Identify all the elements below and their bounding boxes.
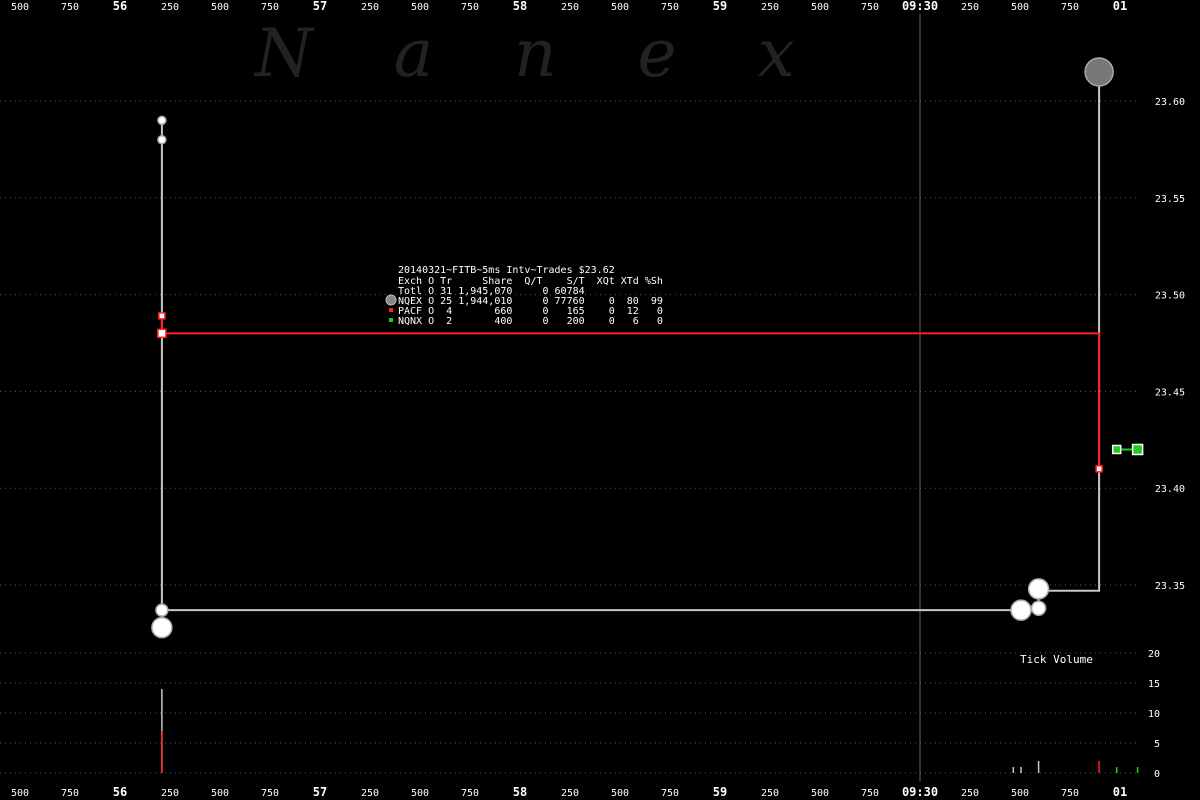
x-tick-label: 750 bbox=[461, 2, 479, 13]
x-tick-label: 500 bbox=[811, 2, 829, 13]
x-tick-label: 250 bbox=[161, 2, 179, 13]
x-tick-label: 09:30 bbox=[902, 0, 938, 13]
price-tick-label: 23.35 bbox=[1155, 581, 1185, 592]
x-tick-label: 59 bbox=[713, 0, 727, 13]
x-tick-label: 750 bbox=[461, 788, 479, 799]
price-tick-label: 23.40 bbox=[1155, 484, 1185, 495]
price-tick-label: 23.60 bbox=[1155, 97, 1185, 108]
nqex-point bbox=[155, 603, 169, 617]
x-tick-label: 750 bbox=[61, 788, 79, 799]
nqnx-point bbox=[1111, 444, 1122, 455]
x-tick-label: 250 bbox=[961, 788, 979, 799]
x-tick-label: 250 bbox=[361, 2, 379, 13]
x-tick-label: 500 bbox=[211, 788, 229, 799]
x-tick-label: 58 bbox=[513, 0, 527, 13]
nqex-point bbox=[1027, 578, 1050, 600]
x-tick-label: 250 bbox=[561, 788, 579, 799]
x-axis-bottom: 500 750 56 250 500 750 57 250 500 750 58 250 500 750 5… bbox=[11, 785, 1127, 799]
tick-volume-label: Tick Volume bbox=[1020, 653, 1093, 666]
pacf-legend-icon bbox=[389, 308, 393, 312]
x-tick-label: 250 bbox=[161, 788, 179, 799]
x-tick-label: 750 bbox=[1061, 788, 1079, 799]
x-tick-label: 750 bbox=[61, 2, 79, 13]
x-tick-label: 750 bbox=[261, 788, 279, 799]
x-tick-label: 09:30 bbox=[902, 785, 938, 799]
x-tick-label: 58 bbox=[513, 785, 527, 799]
info-row-nqnx: NQNX O 2 400 0 200 0 6 0 bbox=[398, 316, 663, 327]
nqex-point bbox=[157, 115, 167, 126]
x-tick-label: 01 bbox=[1113, 0, 1127, 13]
series-layer bbox=[151, 57, 1144, 639]
price-tick-label: 23.50 bbox=[1155, 291, 1185, 302]
volume-tick-label: 15 bbox=[1148, 679, 1160, 690]
nqex-point bbox=[157, 134, 167, 145]
x-tick-label: 500 bbox=[411, 788, 429, 799]
x-tick-label: 56 bbox=[113, 785, 127, 799]
x-tick-label: 500 bbox=[811, 788, 829, 799]
x-tick-label: 57 bbox=[313, 0, 327, 13]
nanex-watermark: N a n e x bbox=[253, 15, 825, 92]
pacf-line bbox=[160, 315, 1101, 469]
x-tick-label: 750 bbox=[661, 788, 679, 799]
nqnx-point bbox=[1131, 443, 1144, 456]
x-tick-label: 250 bbox=[761, 788, 779, 799]
x-tick-label: 56 bbox=[113, 0, 127, 13]
x-tick-label: 500 bbox=[611, 788, 629, 799]
x-tick-label: 250 bbox=[761, 2, 779, 13]
x-tick-label: 500 bbox=[611, 2, 629, 13]
nqex-point bbox=[151, 616, 173, 639]
x-tick-label: 01 bbox=[1113, 785, 1127, 799]
nqex-point bbox=[1030, 600, 1047, 616]
x-tick-label: 250 bbox=[361, 788, 379, 799]
x-tick-label: 57 bbox=[313, 785, 327, 799]
x-tick-label: 500 bbox=[11, 788, 29, 799]
x-tick-label: 750 bbox=[261, 2, 279, 13]
info-box: 20140321~FITB~5ms Intv~Trades $23.62 Exc… bbox=[385, 265, 663, 327]
price-tick-label: 23.55 bbox=[1155, 194, 1185, 205]
grid-lines bbox=[0, 100, 1140, 774]
x-tick-label: 250 bbox=[961, 2, 979, 13]
price-axis: 23.60 23.55 23.50 23.45 23.40 23.35 bbox=[1155, 97, 1185, 592]
pacf-point bbox=[158, 312, 166, 320]
pacf-point bbox=[157, 328, 167, 339]
volume-axis: 20 15 10 5 0 bbox=[1148, 649, 1160, 780]
volume-tick-label: 20 bbox=[1148, 649, 1160, 660]
x-tick-label: 500 bbox=[211, 2, 229, 13]
x-tick-label: 750 bbox=[661, 2, 679, 13]
nqex-point bbox=[1084, 57, 1114, 87]
x-tick-label: 59 bbox=[713, 785, 727, 799]
nqnx-legend-icon bbox=[389, 318, 393, 322]
nqex-legend-icon bbox=[385, 294, 397, 306]
nqex-line bbox=[160, 71, 1101, 612]
price-tick-label: 23.45 bbox=[1155, 387, 1185, 398]
volume-tick-label: 0 bbox=[1154, 769, 1160, 780]
x-tick-label: 500 bbox=[11, 2, 29, 13]
volume-bars bbox=[161, 689, 1139, 773]
volume-tick-label: 5 bbox=[1154, 739, 1160, 750]
x-tick-label: 500 bbox=[1011, 788, 1029, 799]
x-axis-top: 500 750 56 250 500 750 57 250 500 750 58 250 500 750 5… bbox=[11, 0, 1127, 13]
x-tick-label: 750 bbox=[1061, 2, 1079, 13]
info-title: 20140321~FITB~5ms Intv~Trades $23.62 bbox=[398, 265, 615, 276]
volume-tick-label: 10 bbox=[1148, 709, 1160, 720]
pacf-point bbox=[1095, 465, 1103, 473]
price-chart: N a n e x 500 750 56 250 500 750 57 250 500 750 58… bbox=[0, 0, 1185, 799]
x-tick-label: 500 bbox=[411, 2, 429, 13]
nqex-point bbox=[1010, 599, 1032, 621]
x-tick-label: 250 bbox=[561, 2, 579, 13]
x-tick-label: 750 bbox=[861, 788, 879, 799]
x-tick-label: 500 bbox=[1011, 2, 1029, 13]
x-tick-label: 750 bbox=[861, 2, 879, 13]
